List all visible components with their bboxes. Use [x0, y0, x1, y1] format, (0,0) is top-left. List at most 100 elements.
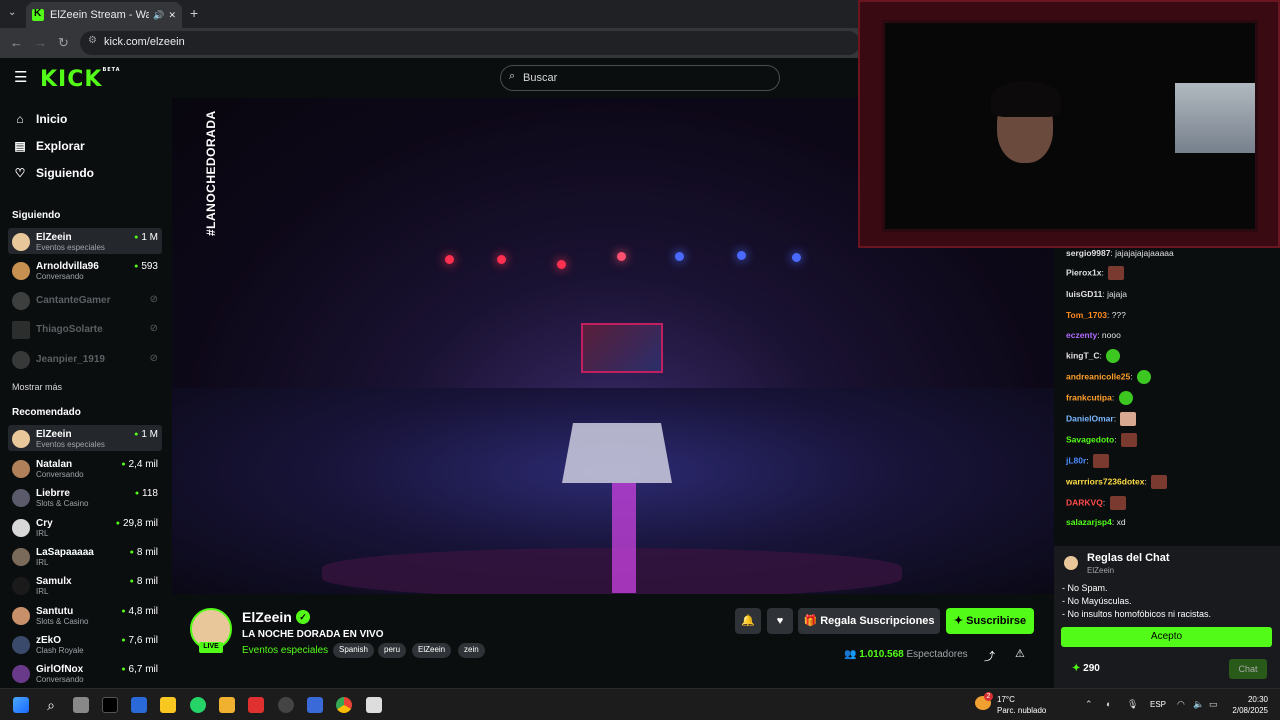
wifi-icon[interactable]: ◠ — [1177, 699, 1185, 710]
search-icon[interactable]: ⌕ — [43, 697, 59, 713]
offline-icon: ⊘ — [149, 323, 158, 334]
stage-light — [497, 255, 506, 264]
menu-icon[interactable]: ☰ — [14, 68, 27, 86]
battery-icon[interactable]: ▭ — [1209, 699, 1218, 710]
chat-username[interactable]: andreanicolle25 — [1066, 371, 1130, 381]
forward-icon[interactable]: → — [34, 35, 47, 50]
browser-tab[interactable]: ElZeein Stream - Watch Live 🔊 ✕ — [26, 2, 182, 28]
reload-icon[interactable]: ↻ — [58, 35, 69, 51]
accept-rules-button[interactable]: Acepto — [1061, 627, 1272, 647]
app-icon[interactable] — [278, 697, 294, 713]
chat-username[interactable]: eczenty — [1066, 330, 1097, 340]
audio-icon[interactable]: 🔊 — [153, 10, 164, 21]
channel-name: Cry — [36, 518, 53, 529]
notification-bell-button[interactable]: 🔔 — [735, 608, 761, 634]
chat-username[interactable]: frankcutipa — [1066, 392, 1112, 402]
report-icon[interactable]: ⚠ — [1015, 647, 1025, 660]
recommended-channel[interactable]: Cry IRL 29,8 mil — [8, 514, 162, 540]
channel-points[interactable]: 290 — [1072, 663, 1100, 674]
viewer-count: 8 mil — [130, 547, 158, 558]
language-indicator[interactable]: ESP — [1150, 700, 1166, 709]
background-monitor — [1175, 83, 1255, 153]
whatsapp-icon[interactable] — [190, 697, 206, 713]
nav-explorar[interactable]: ▤ Explorar — [12, 139, 84, 153]
channel-name[interactable]: ElZeein — [242, 609, 292, 625]
following-channel-cantantegamer[interactable]: CantanteGamer ⊘ — [8, 287, 162, 313]
subscribe-button[interactable]: ✦ Suscribirse — [946, 608, 1034, 634]
sidebar: ⌂ Inicio ▤ Explorar ♡ Siguiendo Siguiendo E… — [0, 98, 170, 688]
app-icon[interactable] — [366, 697, 382, 713]
chat-username[interactable]: jL80r — [1066, 455, 1086, 465]
emote-icon — [1151, 475, 1168, 489]
stream-tag[interactable]: ElZeein — [412, 643, 452, 658]
url-input[interactable]: ⚙ kick.com/elzeein — [80, 31, 860, 55]
kick-logo[interactable]: KICKBETA — [40, 67, 121, 92]
recommended-channel[interactable]: Natalan Conversando 2,4 mil — [8, 455, 162, 481]
chat-username[interactable]: Savagedoto — [1066, 434, 1114, 444]
following-channel-thiagosolarte[interactable]: ThiagoSolarte ⊘ — [8, 316, 162, 342]
site-info-icon[interactable]: ⚙ — [88, 35, 97, 46]
file-explorer-icon[interactable] — [219, 697, 235, 713]
emote-icon — [1093, 454, 1110, 468]
stream-category-link[interactable]: Eventos especiales — [242, 645, 328, 656]
avatar — [12, 233, 30, 251]
chat-username[interactable]: kingT_C — [1066, 350, 1100, 360]
gift-subscriptions-button[interactable]: 🎁 Regala Suscripciones — [798, 608, 940, 634]
stream-tag[interactable]: Spanish — [333, 643, 374, 658]
chat-username[interactable]: salazarjsp4 — [1066, 517, 1112, 527]
chat-username[interactable]: Pierox1x — [1066, 267, 1101, 277]
stage-light — [792, 253, 801, 262]
chat-send-button[interactable]: Chat — [1229, 659, 1267, 679]
recommended-channel[interactable]: Santutu Slots & Casino 4,8 mil — [8, 602, 162, 628]
tab-list-icon[interactable]: ⌄ — [8, 7, 16, 18]
close-tab-icon[interactable]: ✕ — [168, 10, 176, 21]
share-icon[interactable]: ⤴ — [984, 648, 995, 664]
recommended-channel[interactable]: Liebrre Slots & Casino 118 — [8, 484, 162, 510]
tray-app-icon[interactable]: ◐ — [1106, 699, 1111, 709]
following-channel-arnoldvilla96[interactable]: Arnoldvilla96 Conversando 593 — [8, 257, 162, 283]
stream-tag[interactable]: zein — [458, 643, 485, 658]
app-icon[interactable] — [248, 697, 264, 713]
tray-chevron-icon[interactable]: ⌃ — [1085, 699, 1093, 710]
webcam-overlay — [858, 0, 1280, 248]
follow-heart-button[interactable]: ♥ — [767, 608, 793, 634]
chat-text: jajaja — [1107, 289, 1127, 299]
following-channel-elzeein[interactable]: ElZeein Eventos especiales 1 M — [8, 228, 162, 254]
viewer-count: 2,4 mil — [121, 459, 158, 470]
chat-username[interactable]: warrriors7236dotex — [1066, 476, 1144, 486]
recommended-channel[interactable]: Samulx IRL 8 mil — [8, 572, 162, 598]
chat-username[interactable]: Tom_1703 — [1066, 310, 1107, 320]
following-channel-jeanpier[interactable]: Jeanpier_1919 ⊘ — [8, 346, 162, 372]
viewer-count: 1 M — [134, 429, 158, 440]
store-icon[interactable] — [131, 697, 147, 713]
chrome-icon[interactable] — [336, 697, 352, 713]
nav-siguiendo[interactable]: ♡ Siguiendo — [12, 166, 94, 180]
avatar — [12, 292, 30, 310]
app-icon[interactable] — [307, 697, 323, 713]
stream-tag[interactable]: peru — [378, 643, 407, 658]
show-more-link[interactable]: Mostrar más — [12, 382, 62, 392]
system-clock[interactable]: 20:30 2/08/2025 — [1230, 694, 1268, 716]
tiktok-icon[interactable] — [102, 697, 118, 713]
chat-username[interactable]: luisGD11 — [1066, 289, 1102, 299]
recommended-channel[interactable]: LaSapaaaaa IRL 8 mil — [8, 543, 162, 569]
search-input[interactable]: ⌕ Buscar — [500, 65, 780, 91]
new-tab-button[interactable]: + — [190, 5, 198, 21]
task-view-icon[interactable] — [73, 697, 89, 713]
windows-start-icon[interactable] — [13, 697, 29, 713]
chat-username[interactable]: DanielOmar — [1066, 413, 1114, 423]
avatar — [12, 548, 30, 566]
back-icon[interactable]: ← — [10, 35, 23, 50]
chat-text: jajajajajajaaaaa — [1115, 248, 1174, 258]
recommended-channel[interactable]: zEkO Clash Royale 7,6 mil — [8, 631, 162, 657]
notes-icon[interactable] — [160, 697, 176, 713]
chat-message: sergio9987: jajajajajajaaaaa — [1066, 248, 1174, 258]
chat-username[interactable]: sergio9987 — [1066, 248, 1110, 258]
recommended-channel[interactable]: GirlOfNox Conversando 6,7 mil — [8, 660, 162, 686]
nav-inicio[interactable]: ⌂ Inicio — [12, 112, 67, 126]
recommended-channel[interactable]: ElZeein Eventos especiales 1 M — [8, 425, 162, 451]
volume-icon[interactable]: 🔈 — [1193, 699, 1204, 710]
chat-username[interactable]: DARKVQ — [1066, 497, 1103, 507]
weather-widget[interactable]: 2 17°C Parc. nublado — [975, 692, 1046, 716]
microphone-icon[interactable]: 🎙 — [1127, 699, 1138, 710]
